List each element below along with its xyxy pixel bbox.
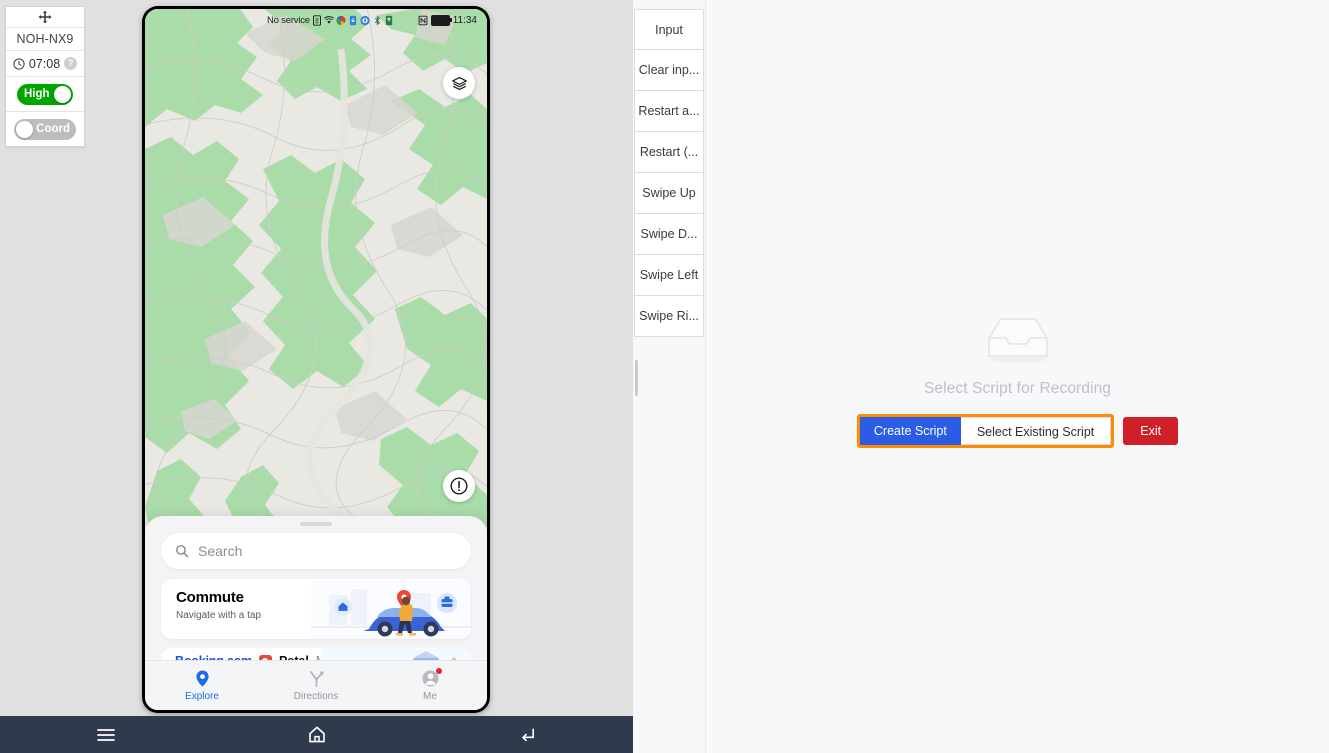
script-selection-pane: Select Script for Recording Create Scrip… — [706, 0, 1329, 753]
search-placeholder: Search — [198, 543, 243, 559]
hamburger-recents-icon — [96, 728, 115, 741]
commute-title: Commute — [176, 589, 244, 606]
quality-toggle-label: High — [24, 88, 50, 100]
vpn-icon — [385, 15, 393, 25]
sheet-grabber[interactable] — [300, 522, 332, 526]
search-icon — [176, 545, 189, 558]
quality-toggle-row: High — [6, 77, 84, 112]
toolbar-button-swipe-down[interactable]: Swipe D... — [634, 214, 704, 255]
status-left-cluster: No service — [267, 15, 394, 26]
select-existing-script-button[interactable]: Select Existing Script — [960, 417, 1112, 445]
action-toolbar-list: Input Clear inp... Restart a... Restart … — [634, 9, 704, 337]
battery-icon — [430, 14, 452, 26]
commute-subtitle: Navigate with a tap — [176, 610, 262, 621]
device-screen[interactable]: No service 11:34 Search Commute Navigate… — [145, 9, 487, 710]
nav-back-button[interactable] — [422, 716, 633, 753]
tab-directions[interactable]: Directions — [259, 661, 373, 710]
help-icon[interactable]: ? — [64, 57, 78, 70]
map-bottom-sheet[interactable]: Search Commute Navigate with a tap Explo… — [145, 516, 487, 710]
toggle-knob — [16, 120, 33, 138]
exclamation-circle-icon — [450, 477, 468, 495]
quality-toggle[interactable]: High — [17, 83, 73, 105]
map-layers-button[interactable] — [443, 67, 475, 99]
toolbar-button-restart-b[interactable]: Restart (... — [634, 132, 704, 173]
bluetooth-icon — [374, 15, 380, 25]
phone-status-bar: No service 11:34 — [145, 9, 487, 31]
toolbar-button-swipe-up[interactable]: Swipe Up — [634, 173, 704, 214]
map-canvas[interactable] — [145, 9, 487, 527]
empty-inbox-icon — [987, 318, 1048, 363]
wifi-icon — [323, 15, 334, 24]
commute-card[interactable]: Commute Navigate with a tap — [161, 579, 471, 639]
nav-recents-button[interactable] — [0, 716, 211, 753]
android-nav-bar — [0, 716, 633, 753]
session-time-row: 07:08 ? — [6, 51, 84, 77]
coord-toggle-row: Coord — [6, 112, 84, 146]
panel-drag-handle[interactable] — [6, 7, 84, 28]
globe-icon — [360, 15, 370, 25]
coord-toggle[interactable]: Coord — [14, 118, 76, 140]
tab-directions-label: Directions — [293, 691, 339, 702]
device-mirror: No service 11:34 Search Commute Navigate… — [142, 6, 490, 713]
terrain-map — [145, 9, 487, 527]
tab-me[interactable]: Me — [373, 661, 487, 710]
exit-button[interactable]: Exit — [1123, 417, 1179, 445]
commute-car-illustration — [311, 579, 471, 639]
session-time-value: 07:08 — [28, 56, 61, 71]
empty-state: Select Script for Recording Create Scrip… — [706, 310, 1329, 448]
app-color-icon — [336, 15, 346, 25]
coord-toggle-label: Coord — [36, 123, 70, 135]
device-control-panel: NOH-NX9 07:08 ? High Coord — [5, 6, 85, 147]
tab-me-label: Me — [423, 691, 437, 702]
clock-icon — [13, 57, 25, 70]
carrier-label: No service — [267, 14, 310, 26]
toggle-knob — [54, 85, 71, 103]
toolbar-scrollbar[interactable] — [635, 360, 638, 396]
search-input[interactable]: Search — [161, 533, 471, 569]
back-icon — [522, 728, 535, 742]
toolbar-button-swipe-left[interactable]: Swipe Left — [634, 255, 704, 296]
status-right-cluster: 11:34 — [418, 14, 477, 26]
create-script-button[interactable]: Create Script — [859, 417, 961, 445]
toolbar-button-swipe-right[interactable]: Swipe Ri... — [634, 296, 704, 337]
empty-state-title: Select Script for Recording — [923, 380, 1112, 397]
script-actions-row: Create Script Select Existing Script Exi… — [706, 414, 1329, 448]
map-warning-button[interactable] — [443, 470, 475, 502]
tab-explore[interactable]: Explore — [145, 661, 259, 710]
toolbar-button-restart-a[interactable]: Restart a... — [634, 91, 704, 132]
app-tab-bar: Explore Directions Me — [145, 660, 487, 710]
action-toolbar: Input Clear inp... Restart a... Restart … — [633, 0, 706, 753]
me-notification-badge — [436, 668, 442, 674]
script-buttons-highlight-group: Create Script Select Existing Script — [856, 414, 1115, 448]
home-icon — [308, 726, 325, 743]
download-icon — [349, 15, 357, 25]
map-pin-icon — [195, 670, 209, 687]
nav-home-button[interactable] — [211, 716, 422, 753]
move-cross-icon — [38, 10, 52, 24]
device-name-label: NOH-NX9 — [6, 28, 84, 51]
toolbar-button-clear-input[interactable]: Clear inp... — [634, 50, 704, 91]
sim-icon — [312, 14, 321, 26]
status-clock: 11:34 — [452, 14, 477, 26]
directions-arrow-icon — [309, 670, 324, 687]
layers-icon — [451, 76, 467, 90]
tab-explore-label: Explore — [185, 691, 219, 702]
toolbar-button-input[interactable]: Input — [634, 9, 704, 50]
nfc-icon — [418, 15, 428, 25]
